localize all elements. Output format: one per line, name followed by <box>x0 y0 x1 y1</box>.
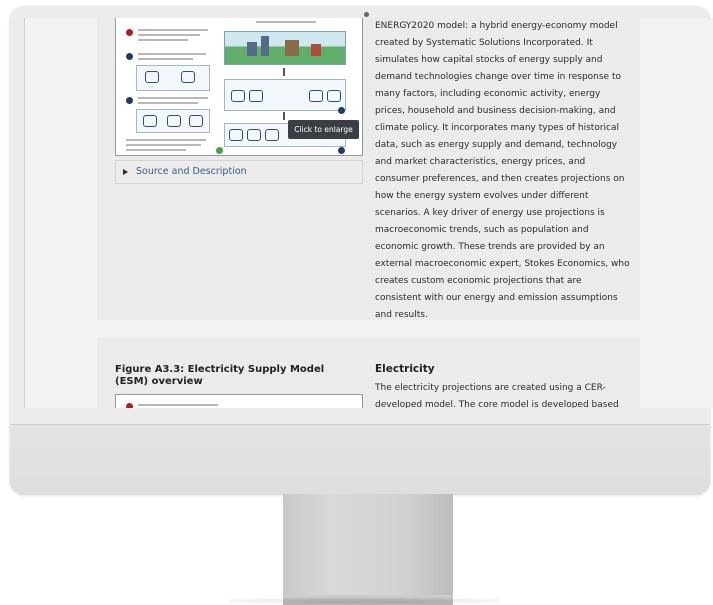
hand-icon <box>231 90 245 102</box>
gear-icon <box>249 90 263 102</box>
monitor-stand <box>283 494 453 605</box>
tower-icon <box>189 115 203 127</box>
camera-dot <box>364 12 369 17</box>
flow-arrow-icon <box>283 68 285 76</box>
text-line <box>138 39 188 41</box>
figure-thumbnail-esm[interactable] <box>115 394 363 408</box>
step-marker-icon <box>126 29 133 36</box>
barrel-icon <box>265 129 279 141</box>
factory-panel <box>136 109 210 133</box>
factory-shape <box>285 40 299 56</box>
text-line <box>138 58 193 60</box>
person-icon <box>167 115 181 127</box>
section-title: Electricity <box>375 363 435 375</box>
step-marker-icon <box>126 97 133 104</box>
people-panel <box>136 65 210 91</box>
text-line <box>126 139 206 141</box>
step-marker-icon <box>338 147 345 154</box>
text-line <box>138 29 208 31</box>
shirt-icon <box>309 90 323 102</box>
monitor-chin <box>10 424 710 495</box>
building-shape <box>247 42 257 56</box>
source-and-description-toggle[interactable]: Source and Description <box>115 160 363 184</box>
text-line <box>138 102 198 104</box>
step-marker-icon <box>126 403 133 408</box>
step-marker-icon <box>216 147 223 154</box>
city-scene <box>224 31 346 65</box>
source-label: Source and Description <box>136 166 247 177</box>
demand-panel <box>224 79 346 111</box>
flame-icon <box>247 129 261 141</box>
content-card-energy2020: Click to enlarge Source and Description … <box>97 18 640 320</box>
section-paragraph: The electricity projections are created … <box>375 383 619 408</box>
building-shape <box>261 36 269 56</box>
text-line <box>138 53 206 55</box>
house-shape <box>311 44 321 56</box>
text-line <box>138 404 218 406</box>
text-line <box>138 97 208 99</box>
step-marker-icon <box>126 53 133 60</box>
text-line <box>138 34 200 36</box>
people-icon <box>145 71 159 83</box>
building-icon <box>181 71 195 83</box>
text-line <box>256 21 316 23</box>
enlarge-tooltip: Click to enlarge <box>288 120 359 139</box>
plant-icon <box>229 129 243 141</box>
caret-right-icon <box>123 168 128 175</box>
stand-shadow <box>230 598 500 604</box>
step-marker-icon <box>338 107 345 114</box>
figure-thumbnail[interactable]: Click to enlarge <box>115 18 363 156</box>
car-icon <box>327 90 341 102</box>
flow-arrow-icon <box>283 112 285 120</box>
text-line <box>126 144 201 146</box>
screen[interactable]: Click to enlarge Source and Description … <box>24 18 713 408</box>
content-card-electricity: Figure A3.3: Electricity Supply Model (E… <box>97 338 640 408</box>
energy2020-paragraph: ENERGY2020 model: a hybrid energy-econom… <box>375 21 630 320</box>
text-line <box>126 149 186 151</box>
factory-icon <box>143 115 157 127</box>
figure-title: Figure A3.3: Electricity Supply Model (E… <box>115 364 325 387</box>
